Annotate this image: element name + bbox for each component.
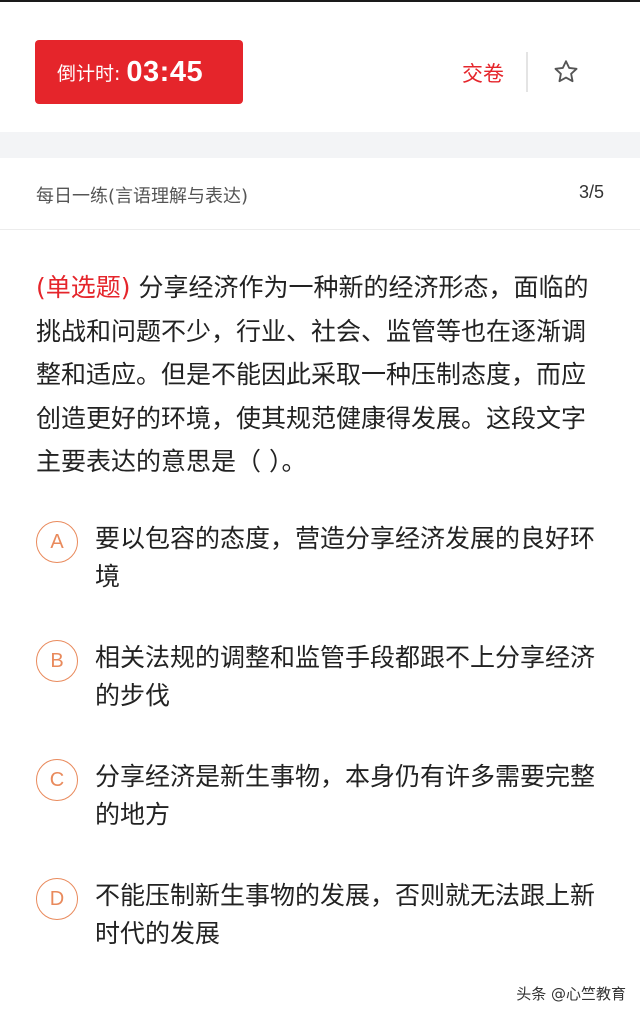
practice-subheader: 每日一练(言语理解与表达) 3/5 (0, 158, 640, 230)
option-b-text: 相关法规的调整和监管手段都跟不上分享经济的步伐 (95, 643, 596, 710)
countdown-timer: 倒计时: 03:45 (35, 40, 243, 104)
watermark: 头条 @心竺教育 (516, 985, 626, 1003)
option-a-circle: A (36, 521, 78, 563)
option-c-circle: C (36, 759, 78, 801)
option-c-text: 分享经济是新生事物，本身仍有许多需要完整的地方 (95, 762, 596, 829)
option-a[interactable]: A 要以包容的态度，营造分享经济发展的良好环境 (36, 520, 610, 639)
option-d-circle: D (36, 878, 78, 920)
option-c[interactable]: C 分享经济是新生事物，本身仍有许多需要完整的地方 (36, 758, 610, 877)
section-gap (0, 132, 640, 158)
star-icon[interactable] (552, 58, 580, 86)
question-stem: (单选题) 分享经济作为一种新的经济形态，面临的挑战和问题不少，行业、社会、监管… (36, 266, 610, 484)
option-b-circle: B (36, 640, 78, 682)
submit-exam-button[interactable]: 交卷 (462, 58, 504, 88)
practice-title: 每日一练(言语理解与表达) (36, 186, 249, 207)
exam-header: 倒计时: 03:45 交卷 (0, 2, 640, 132)
option-b[interactable]: B 相关法规的调整和监管手段都跟不上分享经济的步伐 (36, 639, 610, 758)
options-list: A 要以包容的态度，营造分享经济发展的良好环境 B 相关法规的调整和监管手段都跟… (36, 520, 610, 996)
question-progress: 3/5 (578, 182, 604, 202)
question-text: 分享经济作为一种新的经济形态，面临的挑战和问题不少，行业、社会、监管等也在逐渐调… (36, 273, 589, 476)
option-a-text: 要以包容的态度，营造分享经济发展的良好环境 (95, 524, 596, 591)
timer-value: 03:45 (126, 55, 204, 88)
question-type-tag: (单选题) (36, 273, 131, 302)
header-divider (526, 52, 528, 92)
option-d-text: 不能压制新生事物的发展，否则就无法跟上新时代的发展 (95, 881, 596, 948)
timer-label: 倒计时: (57, 62, 121, 85)
option-d[interactable]: D 不能压制新生事物的发展，否则就无法跟上新时代的发展 (36, 877, 610, 996)
